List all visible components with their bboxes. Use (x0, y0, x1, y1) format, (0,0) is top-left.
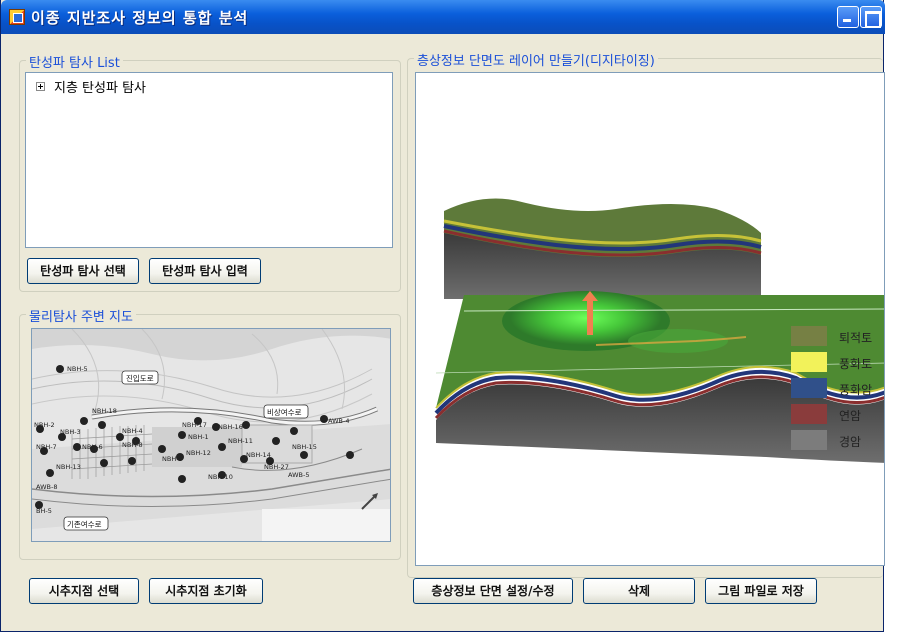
setup-section-button[interactable]: 층상정보 단면 설정/수정 (413, 578, 573, 604)
svg-text:AWB-4: AWB-4 (328, 417, 349, 425)
legend-label: 경암 (839, 435, 862, 449)
survey-map[interactable]: NBH-5 NBH-18 NBH-2 NBH-3 NBH-4 NBH-8 NBH… (31, 328, 391, 542)
legend-label: 풍화암 (839, 383, 873, 397)
svg-text:NBH-2: NBH-2 (34, 421, 55, 429)
select-borehole-button[interactable]: 시추지점 선택 (29, 578, 139, 604)
svg-text:AWB-8: AWB-8 (36, 483, 57, 491)
svg-text:NBH-13: NBH-13 (56, 463, 81, 471)
svg-text:NBH-15: NBH-15 (292, 443, 317, 451)
app-icon (9, 9, 25, 25)
svg-text:기존여수로: 기존여수로 (67, 519, 102, 529)
map-canvas: NBH-5 NBH-18 NBH-2 NBH-3 NBH-4 NBH-8 NBH… (32, 329, 390, 541)
svg-text:NBH-12: NBH-12 (186, 449, 211, 457)
svg-text:NBH-7: NBH-7 (36, 443, 57, 451)
svg-text:진입도로: 진입도로 (126, 373, 154, 383)
legend-item: 경암 (791, 430, 891, 450)
main-window: 이종 지반조사 정보의 통합 분석 탄성파 탐사 List 지층 탄성파 탐사 … (0, 0, 885, 632)
svg-text:비상여수로: 비상여수로 (267, 407, 302, 417)
svg-text:NBH-11: NBH-11 (228, 437, 253, 445)
legend-swatch (791, 352, 827, 372)
legend-item: 퇴적토 (791, 326, 891, 346)
svg-text:NBH-8: NBH-8 (122, 441, 143, 449)
svg-text:NBH-17: NBH-17 (182, 421, 207, 429)
svg-text:NBH-10: NBH-10 (208, 473, 233, 481)
tree-item[interactable]: 지층 탄성파 탐사 (54, 77, 146, 96)
legend-item: 풍화암 (791, 378, 891, 398)
svg-text:NBH-5: NBH-5 (67, 365, 88, 373)
legend-item: 연암 (791, 404, 891, 424)
svg-text:BH-5: BH-5 (36, 507, 52, 515)
svg-text:NBH-6: NBH-6 (82, 443, 103, 451)
legend-swatch (791, 430, 827, 450)
survey-list-title: 탄성파 탐사 List (26, 52, 123, 71)
layer-group-title: 층상정보 단면도 레이어 만들기(디지타이징) (414, 50, 658, 69)
select-survey-button[interactable]: 탄성파 탐사 선택 (27, 258, 139, 284)
map-group-title: 물리탐사 주변 지도 (26, 306, 136, 325)
legend-label: 풍화토 (839, 357, 873, 371)
legend-swatch (791, 404, 827, 424)
svg-text:NBH-18: NBH-18 (92, 407, 117, 415)
save-image-button[interactable]: 그림 파일로 저장 (705, 578, 817, 604)
window-title: 이종 지반조사 정보의 통합 분석 (31, 9, 249, 27)
survey-tree[interactable]: 지층 탄성파 탐사 (25, 72, 393, 248)
minimize-button[interactable] (837, 6, 859, 28)
legend-label: 퇴적토 (839, 331, 873, 345)
svg-text:NBH-16: NBH-16 (218, 423, 243, 431)
svg-text:NBH-4: NBH-4 (122, 427, 143, 435)
input-survey-button[interactable]: 탄성파 탐사 입력 (149, 258, 261, 284)
maximize-button[interactable] (860, 6, 882, 28)
svg-text:NBH-9: NBH-9 (162, 455, 183, 463)
legend-item: 풍화토 (791, 352, 891, 372)
3d-section-render (434, 198, 884, 463)
svg-text:NBH-14: NBH-14 (246, 451, 271, 459)
svg-text:AWB-5: AWB-5 (288, 471, 309, 479)
expand-icon[interactable] (36, 82, 45, 91)
section-view[interactable] (415, 72, 885, 566)
reset-borehole-button[interactable]: 시추지점 초기화 (149, 578, 263, 604)
delete-button[interactable]: 삭제 (583, 578, 695, 604)
svg-text:NBH-27: NBH-27 (264, 463, 289, 471)
legend-label: 연암 (839, 409, 862, 423)
legend-swatch (791, 378, 827, 398)
legend-swatch (791, 326, 827, 346)
svg-text:NBH-1: NBH-1 (188, 433, 209, 441)
svg-text:NBH-3: NBH-3 (60, 428, 81, 436)
title-bar: 이종 지반조사 정보의 통합 분석 (1, 0, 885, 34)
